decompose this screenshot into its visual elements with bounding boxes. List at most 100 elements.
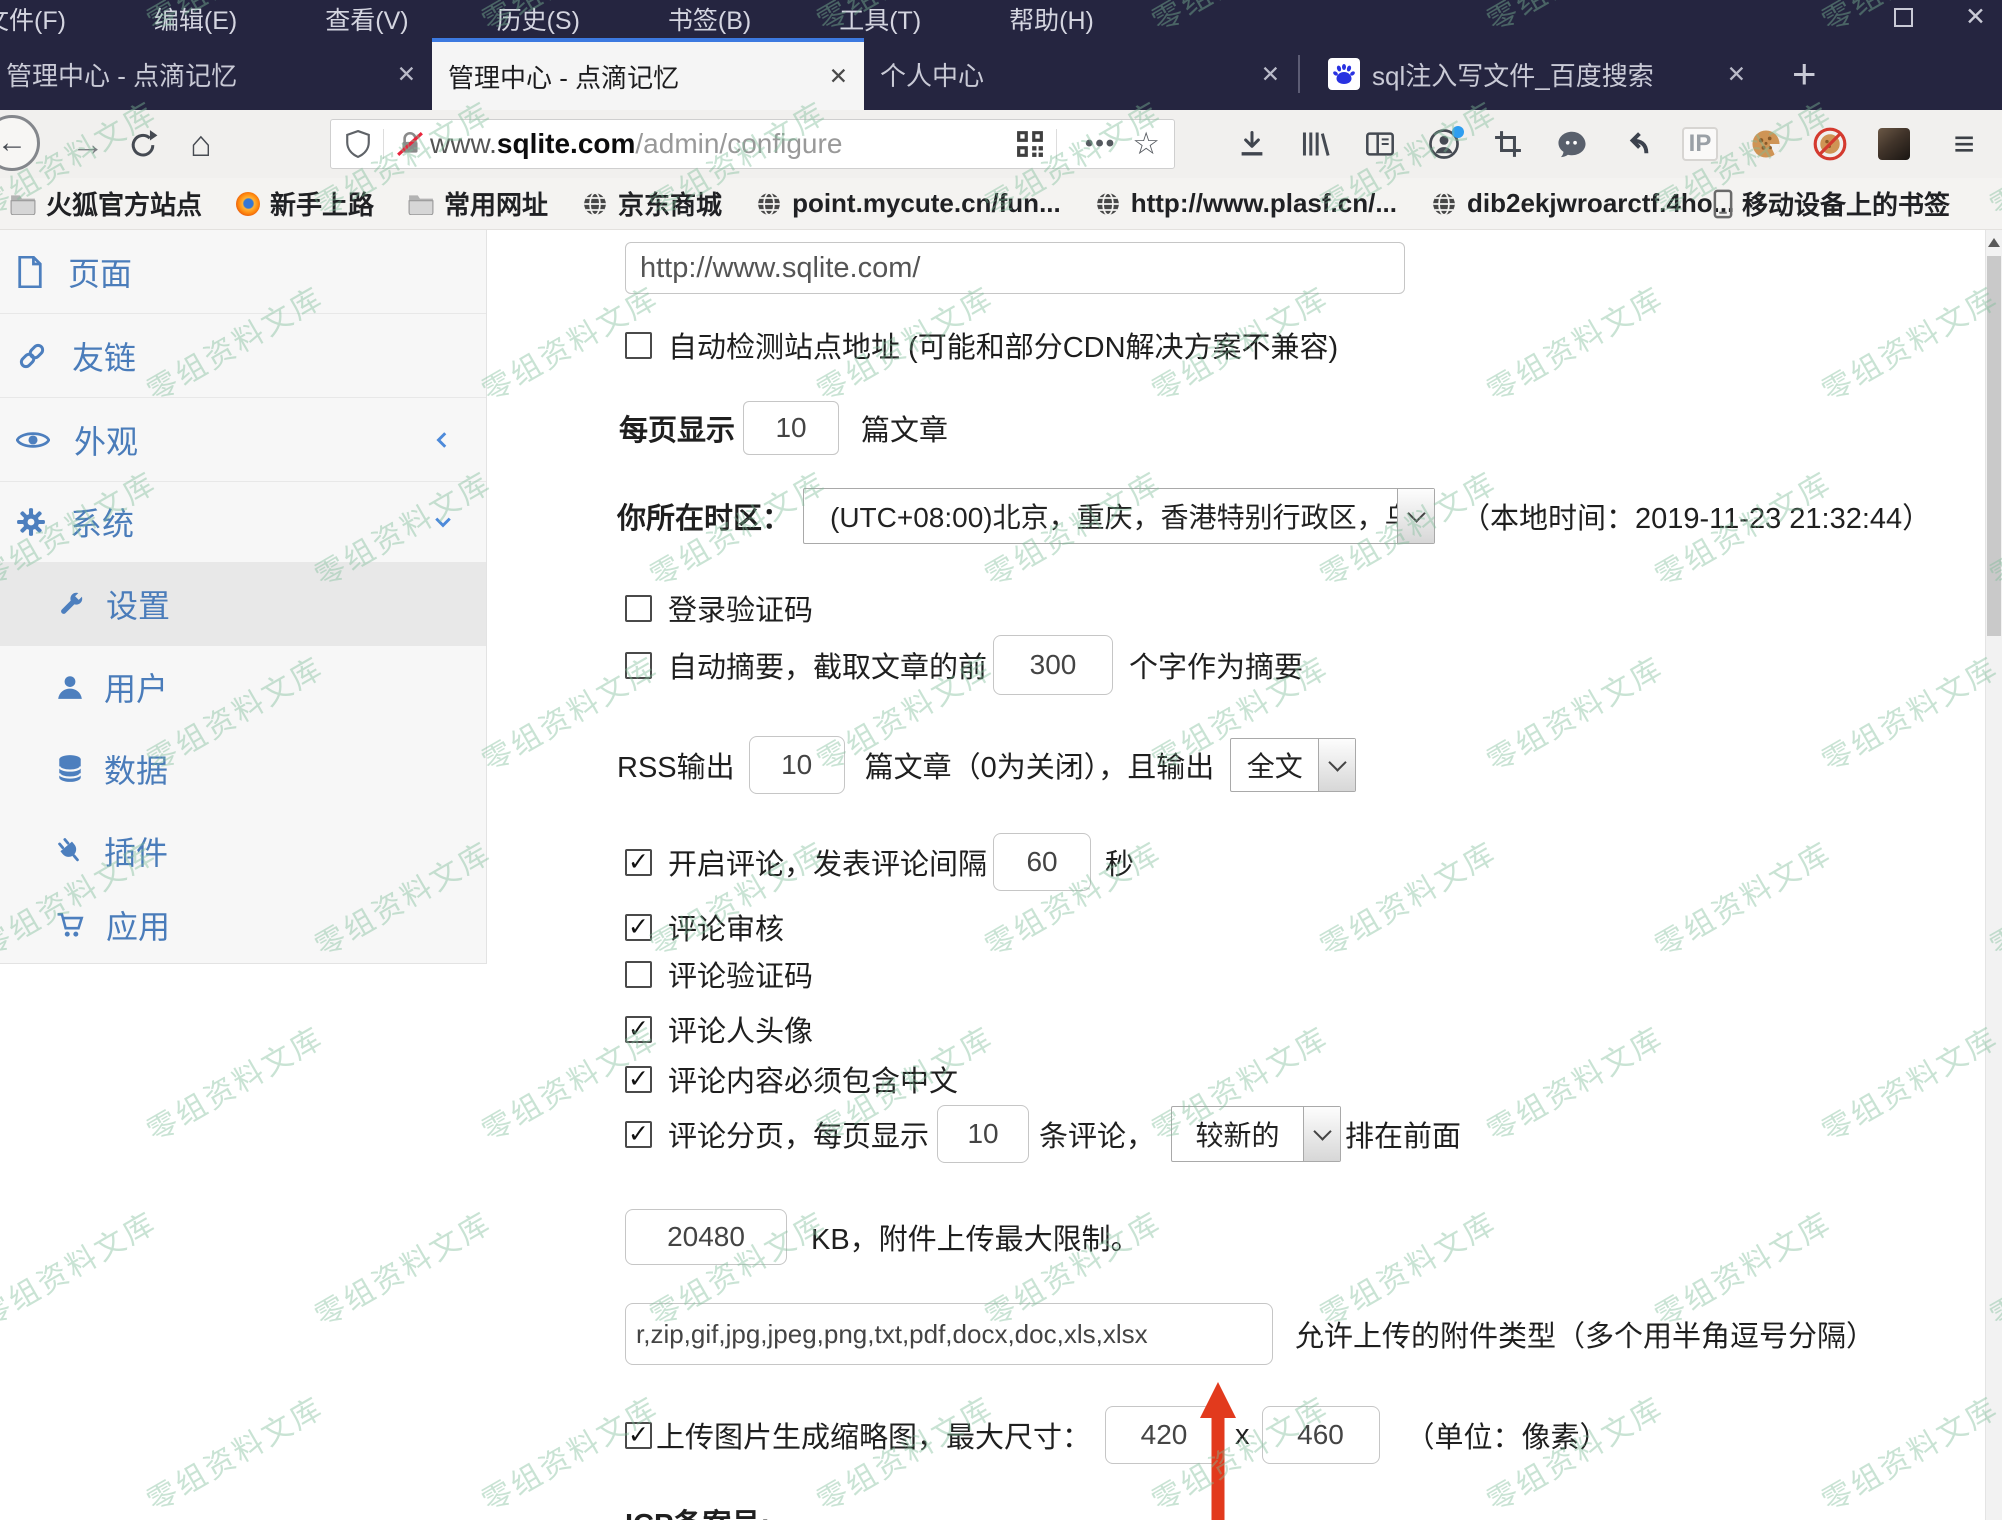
menu-help[interactable]: 帮助(H) (1009, 1, 1094, 37)
bookmark-mycute[interactable]: point.mycute.cn/fun... (756, 188, 1061, 219)
menu-bookmarks[interactable]: 书签(B) (668, 1, 751, 37)
new-tab-button[interactable]: + (1792, 50, 1817, 98)
globe-icon (758, 191, 780, 216)
menu-view[interactable]: 查看(V) (325, 1, 408, 37)
scrollbar-thumb[interactable] (1987, 256, 2001, 636)
comment-paging-input[interactable] (937, 1105, 1030, 1163)
comment-enable-checkbox[interactable]: ✓ (625, 848, 652, 876)
comment-avatar-checkbox[interactable]: ✓ (625, 1015, 652, 1043)
select-arrow-button[interactable] (1318, 739, 1356, 791)
url-subdomain: www. (430, 128, 497, 159)
sidebar-item-pages[interactable]: 页面 (0, 230, 486, 314)
sidebar-item-plugins[interactable]: 插件 (0, 810, 486, 892)
screenshot-crop-icon[interactable] (1482, 110, 1534, 178)
page-actions-icon[interactable]: ••• (1085, 130, 1116, 158)
rss-output-select[interactable]: 全文 (1230, 738, 1357, 792)
comment-interval-input[interactable] (993, 833, 1092, 891)
shield-icon[interactable] (345, 130, 371, 158)
bookmark-dib2[interactable]: dib2ekjwroarctf.4ho... (1431, 188, 1734, 219)
upload-types-input[interactable] (625, 1303, 1273, 1365)
bookmark-plasf[interactable]: http://www.plasf.cn/... (1095, 188, 1397, 219)
tab-admin-1[interactable]: 管理中心 - 点滴记忆 ✕ (0, 38, 432, 110)
back-button[interactable]: ← (0, 115, 40, 171)
per-page-input[interactable] (743, 400, 840, 455)
comment-captcha-checkbox[interactable] (625, 960, 652, 988)
comment-paging-checkbox[interactable]: ✓ (625, 1120, 652, 1148)
download-icon[interactable] (1226, 110, 1278, 178)
thumbnail-height-input[interactable] (1261, 1406, 1380, 1464)
sidebar-item-settings[interactable]: 设置 (0, 562, 486, 646)
bookmark-label: 常用网址 (444, 190, 549, 220)
bookmark-jd[interactable]: 京东商城 (582, 185, 722, 222)
comment-review-checkbox[interactable]: ✓ (625, 913, 652, 941)
tab-title: sql注入写文件_百度搜索 (1372, 60, 1654, 91)
library-icon[interactable] (1290, 110, 1342, 178)
reload-button[interactable] (120, 110, 166, 178)
auto-detect-row: 自动检测站点地址 (可能和部分CDN解决方案不兼容) (625, 329, 1338, 364)
account-icon[interactable] (1418, 110, 1470, 178)
home-button[interactable]: ⌂ (178, 110, 224, 178)
site-url-input[interactable] (625, 242, 1405, 294)
maximize-button[interactable] (1894, 8, 1914, 27)
sidebar-item-system[interactable]: 系统 (0, 482, 486, 562)
login-captcha-checkbox[interactable] (625, 594, 652, 622)
comment-chinese-label: 评论内容必须包含中文 (668, 1066, 959, 1098)
hamburger-menu-icon[interactable]: ≡ (1938, 110, 1990, 178)
menu-history[interactable]: 历史(S) (497, 1, 580, 37)
tab-close-icon[interactable]: ✕ (397, 61, 416, 88)
cookie-icon[interactable] (1740, 110, 1792, 178)
auto-summary-input[interactable] (993, 635, 1114, 695)
tab-personal-center[interactable]: 个人中心 ✕ (864, 38, 1296, 110)
reply-arrow-icon[interactable] (1610, 110, 1662, 178)
sidebar-toggle-icon[interactable] (1354, 110, 1406, 178)
bookmark-firefox-official[interactable]: 火狐官方站点 (10, 185, 202, 222)
bookmark-common-sites[interactable]: 常用网址 (408, 185, 548, 222)
avatar[interactable] (1868, 110, 1920, 178)
ip-icon[interactable]: IP (1674, 110, 1726, 178)
url-input[interactable]: www.sqlite.com/admin/configure (430, 128, 1000, 160)
select-arrow-button[interactable] (1303, 1107, 1341, 1161)
scroll-up-arrow[interactable] (1988, 238, 2000, 247)
sidebar-item-data[interactable]: 数据 (0, 728, 486, 810)
bookmark-label: 火狐官方站点 (46, 190, 203, 220)
menu-edit[interactable]: 编辑(E) (154, 1, 237, 37)
qr-code-icon[interactable] (1016, 130, 1044, 158)
timezone-label: 你所在时区： (617, 503, 792, 535)
sidebar-item-users[interactable]: 用户 (0, 646, 486, 728)
mobile-bookmarks[interactable]: 移动设备上的书签 (1712, 185, 1950, 222)
comment-avatar-label: 评论人头像 (668, 1016, 814, 1048)
insecure-lock-icon[interactable] (396, 130, 424, 158)
comment-bubble-icon[interactable] (1546, 110, 1598, 178)
plug-icon (56, 837, 84, 865)
auto-detect-checkbox[interactable] (625, 331, 652, 359)
menu-file[interactable]: 文件(F) (0, 1, 66, 37)
cookie-blocked-icon[interactable] (1804, 110, 1856, 178)
forward-button[interactable]: → (66, 110, 110, 178)
chevron-down-icon (1328, 753, 1347, 772)
tab-admin-2-active[interactable]: 管理中心 - 点滴记忆 ✕ (432, 38, 864, 110)
comment-order-select[interactable]: 较新的 (1171, 1106, 1342, 1162)
comment-chinese-checkbox[interactable]: ✓ (625, 1065, 652, 1093)
auto-summary-label: 自动摘要，截取文章的前 (668, 652, 988, 684)
sidebar-item-apps[interactable]: 应用 (0, 888, 486, 962)
close-button[interactable]: ✕ (1965, 5, 1986, 30)
phone-icon (1713, 189, 1733, 218)
scrollbar[interactable] (1985, 230, 2002, 1520)
address-bar[interactable]: www.sqlite.com/admin/configure ••• ☆ (330, 119, 1175, 169)
tab-baidu-search[interactable]: sql注入写文件_百度搜索 ✕ (1312, 38, 1762, 110)
sidebar-item-links[interactable]: 友链 (0, 314, 486, 398)
auto-summary-checkbox[interactable] (625, 651, 652, 679)
sidebar-item-appearance[interactable]: 外观 (0, 398, 486, 482)
timezone-select[interactable]: (UTC+08:00)北京，重庆，香港特别行政区，乌 (803, 488, 1436, 544)
rss-count-input[interactable] (748, 736, 845, 794)
tab-close-icon[interactable]: ✕ (829, 63, 848, 90)
upload-limit-input[interactable] (625, 1209, 787, 1265)
comment-avatar-row: ✓ 评论人头像 (625, 1012, 813, 1048)
select-arrow-button[interactable] (1397, 489, 1435, 543)
bookmark-getting-started[interactable]: 新手上路 (236, 185, 374, 222)
thumbnail-checkbox[interactable]: ✓ (625, 1421, 652, 1449)
menu-tools[interactable]: 工具(T) (839, 1, 921, 37)
tab-close-icon[interactable]: ✕ (1727, 61, 1746, 88)
tab-close-icon[interactable]: ✕ (1261, 61, 1280, 88)
bookmark-star-icon[interactable]: ☆ (1132, 126, 1160, 162)
